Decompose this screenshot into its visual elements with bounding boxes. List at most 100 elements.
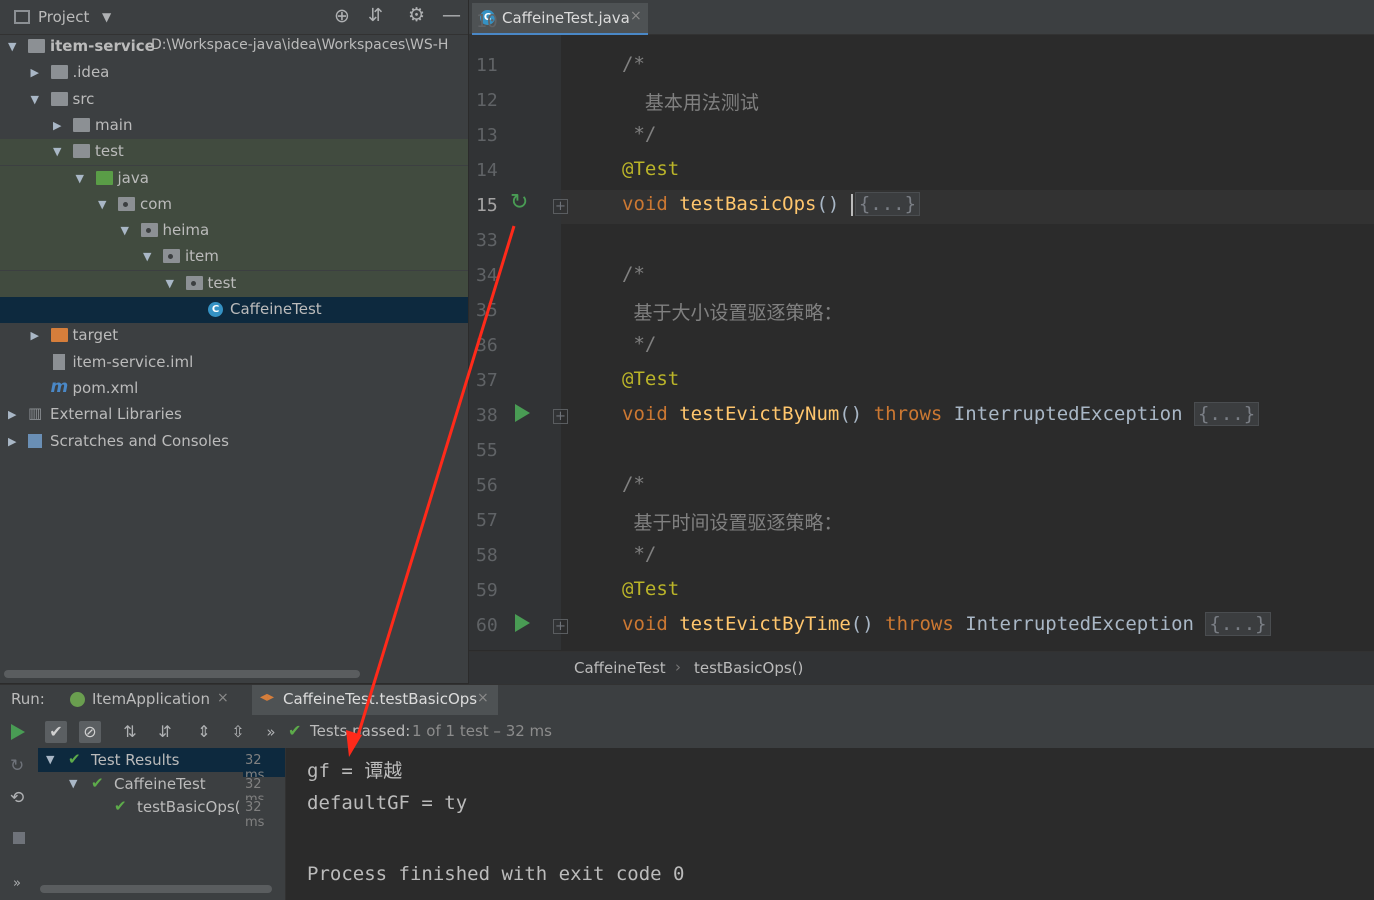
test-source-folder-icon [95,170,113,185]
tree-item-pom-xml[interactable]: m pom.xml [0,376,468,402]
folder-icon [50,91,68,106]
breadcrumb-class[interactable]: CaffeineTest [574,659,666,677]
breadcrumb-method[interactable]: testBasicOps() [694,659,803,677]
package-icon [185,275,203,290]
chevron-down-icon[interactable]: ▼ [102,10,111,24]
tree-item-java[interactable]: ▼ java [0,165,468,192]
sort-alphabetically-icon[interactable]: ⇅ [119,721,141,743]
run-tab-caffeinetest[interactable]: ◂▸ CaffeineTest.testBasicOps × [252,685,498,715]
passed-check-icon: ✔ [91,773,104,792]
chevron-down-icon[interactable]: ▼ [98,198,106,211]
project-scrollbar[interactable] [4,670,360,678]
fold-expand-icon[interactable]: + [553,619,568,634]
code-line: void testBasicOps() {...} [622,192,921,216]
maven-icon: m [50,376,69,397]
minimize-icon[interactable]: — [442,4,461,26]
run-tab-label: ItemApplication [92,690,210,708]
chevron-right-icon[interactable]: ▶ [31,329,39,342]
run-test-icon[interactable] [515,404,530,422]
line-number: 37 [476,370,498,391]
tree-item-heima[interactable]: ▼ heima [0,218,468,245]
tree-item-scratches-and-consoles[interactable]: ▶ Scratches and Consoles [0,429,468,455]
close-icon[interactable]: × [217,690,229,706]
show-ignored-icon[interactable]: ⊘ [79,721,101,743]
tree-item-main[interactable]: ▶ main [0,113,468,139]
tree-item-test[interactable]: ▼ test [0,139,468,166]
code-editor[interactable] [469,35,1374,650]
run-side-toolbar: ↻ ⟲ » [0,748,38,900]
run-test-icon[interactable] [515,614,530,632]
test-tree-row[interactable]: ✔ testBasicOps(32 ms [38,795,285,830]
fold-expand-icon[interactable]: + [553,409,568,424]
code-line: */ [622,333,656,355]
chevron-down-icon[interactable]: ▼ [166,277,174,290]
fold-expand-icon[interactable]: + [553,199,568,214]
chevron-down-icon[interactable]: ▼ [46,753,54,766]
project-view-title[interactable]: Project [38,8,89,26]
module-folder-icon [28,39,45,53]
folded-code-placeholder[interactable]: {...} [1193,402,1260,426]
tree-item-idea[interactable]: ▶ .idea [0,60,468,86]
rerun-icon[interactable] [11,724,25,740]
test-name: CaffeineTest [114,774,206,793]
line-number: 12 [476,90,498,111]
chevron-right-icon[interactable]: ▶ [8,408,16,421]
tree-item-item[interactable]: ▼ item [0,244,468,271]
libraries-icon: ▥ [28,404,43,423]
code-token: 基于大小设置驱逐策略： [622,302,843,324]
tree-item-external-libraries[interactable]: ▶ ▥ External Libraries [0,402,468,428]
close-icon[interactable]: × [630,8,642,24]
tree-item-item-service[interactable]: ▼ item-service D:\Workspace-java\idea\Work… [0,34,468,60]
rerun-failed-icon[interactable]: ↻ [10,756,24,776]
chevron-down-icon[interactable]: ▼ [143,250,151,263]
folder-icon [73,144,90,159]
code-line: @Test [622,158,679,180]
chevron-down-icon[interactable]: ▼ [76,172,84,185]
chevron-down-icon[interactable]: ▼ [69,777,77,790]
code-token: throws [885,613,966,635]
toggle-autotest-icon[interactable]: ⟲ [10,788,24,808]
tree-item-label: target [72,326,119,345]
test-tree-row[interactable]: ▼ ✔ Test Results 32 ms [38,748,285,783]
tree-item-com[interactable]: ▼ com [0,191,468,218]
test-config-icon: ◂▸ [260,689,275,705]
code-token: @Test [622,368,680,390]
line-number: 13 [476,125,498,146]
chevron-down-icon[interactable]: ▼ [53,145,61,158]
passed-check-icon: ✔ [288,721,302,740]
tree-item-label: CaffeineTest [230,300,322,318]
tree-item-label: Scratches and Consoles [50,431,229,450]
chevron-right-icon[interactable]: ▶ [53,119,61,132]
run-tab-itemapplication[interactable]: ItemApplication × [64,685,244,715]
tree-item-test[interactable]: ▼ test [0,270,468,297]
show-passed-icon[interactable]: ✔ [45,721,67,743]
stop-icon[interactable] [13,832,25,844]
java-class-icon: C [208,302,223,317]
test-tree-scrollbar[interactable] [40,885,272,893]
project-panel: Project ▼ ⊕ ⇵ ⚙ — ▼ item-service D:\Worksp… [0,0,468,683]
gear-icon[interactable]: ⚙ [408,4,425,26]
tree-item-src[interactable]: ▼ src [0,87,468,113]
chevron-down-icon[interactable]: ▼ [121,224,129,237]
chevron-down-icon[interactable]: ▼ [31,93,39,106]
tree-item-caffeinetest[interactable]: C CaffeineTest [0,297,468,323]
more-tools-icon[interactable]: » [13,876,21,891]
sort-by-duration-icon[interactable]: ⇵ [154,721,176,743]
code-token: @Test [622,158,680,180]
chevron-right-icon[interactable]: ▶ [8,435,16,448]
collapse-all-icon[interactable]: ⇵ [368,5,383,26]
tree-item-item-service-iml[interactable]: item-service.iml [0,350,468,376]
locate-icon[interactable]: ⊕ [334,5,350,27]
more-actions-icon[interactable]: » [260,721,282,743]
collapse-all-icon[interactable]: ⇳ [227,721,249,743]
close-icon[interactable]: × [477,690,489,706]
run-test-passed-icon[interactable]: ↻ [510,190,528,215]
chevron-down-icon[interactable]: ▼ [8,40,16,53]
chevron-right-icon[interactable]: ▶ [31,66,39,79]
line-number: 15 [476,195,498,216]
tree-item-target[interactable]: ▶ target [0,323,468,349]
folded-code-placeholder[interactable]: {...} [1205,612,1271,636]
folded-code-placeholder[interactable]: {...} [854,192,921,216]
expand-all-icon[interactable]: ⇕ [193,721,215,743]
test-tree-row[interactable]: ▼ ✔ CaffeineTest 32 ms [38,772,285,807]
